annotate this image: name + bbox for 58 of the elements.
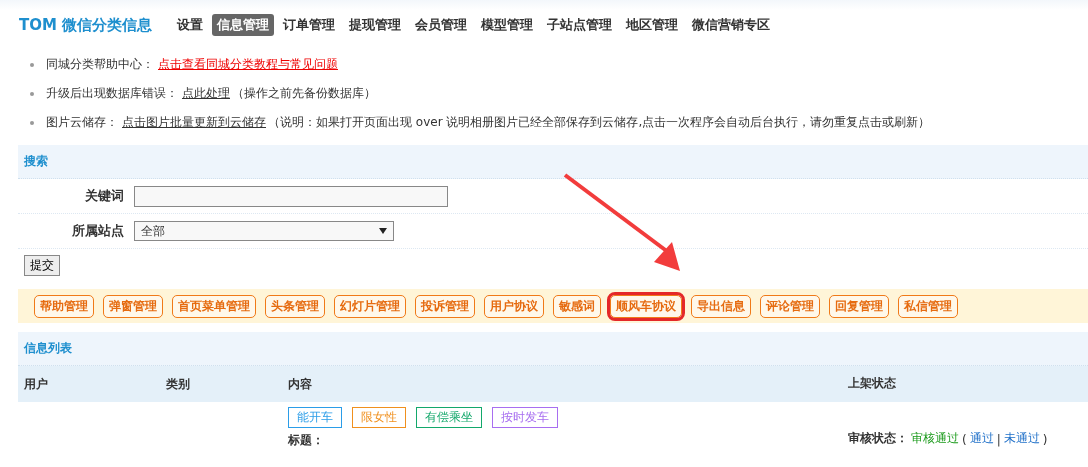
- tool-button[interactable]: 回复管理: [829, 294, 889, 318]
- tool-button[interactable]: 用户协议: [484, 294, 544, 318]
- tag: 限女性: [352, 407, 406, 428]
- nav-tab[interactable]: 模型管理: [476, 14, 539, 36]
- notice-label: 升级后出现数据库错误：: [46, 85, 178, 102]
- tool-button[interactable]: 导出信息: [691, 294, 751, 318]
- notice-link[interactable]: 点击图片批量更新到云储存: [122, 114, 266, 131]
- tag: 能开车: [288, 407, 342, 428]
- tool-button[interactable]: 敏感词: [553, 294, 601, 318]
- site-select[interactable]: 全部: [134, 221, 394, 241]
- column-header: 上架状态: [848, 374, 896, 392]
- notice-note: （操作之前先备份数据库）: [232, 85, 376, 102]
- tool-button[interactable]: 私信管理: [898, 294, 958, 318]
- bullet-icon: [30, 91, 34, 96]
- tool-button[interactable]: 头条管理: [265, 294, 325, 318]
- tag: 有偿乘坐: [416, 407, 482, 428]
- field-label: 所属站点: [71, 222, 124, 240]
- separator: |: [996, 433, 1001, 447]
- keyword-field[interactable]: [134, 185, 448, 207]
- bracket: ): [1042, 433, 1048, 447]
- status-action-link[interactable]: 通过: [969, 430, 994, 447]
- status-label: 审核状态：: [848, 430, 908, 447]
- notice-label: 同城分类帮助中心：: [46, 56, 154, 73]
- tool-button[interactable]: 投诉管理: [415, 294, 475, 318]
- column-header: 用户: [24, 375, 49, 393]
- column-header: 内容: [288, 375, 313, 393]
- bullet-icon: [30, 62, 34, 67]
- status-action-link[interactable]: 未通过: [1003, 430, 1040, 447]
- tool-button[interactable]: 顺风车协议: [610, 294, 682, 318]
- tool-button[interactable]: 幻灯片管理: [334, 294, 406, 318]
- notice-link[interactable]: 点击查看同城分类教程与常见问题: [158, 56, 338, 73]
- section-title: 搜索: [24, 153, 48, 170]
- nav-tab[interactable]: 设置: [172, 14, 209, 36]
- notice-note: （说明：如果打开页面出现 over 说明相册图片已经全部保存到云储存,点击一次程序会自动后台执行，请勿重复点击或刷新）: [268, 114, 931, 131]
- tag: 按时发车: [492, 407, 558, 428]
- field-label: 关键词: [84, 187, 124, 205]
- nav-tab[interactable]: 信息管理: [212, 14, 275, 36]
- tool-button[interactable]: 弹窗管理: [103, 294, 163, 318]
- submit-button[interactable]: 提交: [24, 255, 60, 276]
- nav-tab[interactable]: 提现管理: [344, 14, 407, 36]
- notice-label: 图片云储存：: [46, 114, 118, 131]
- tool-button[interactable]: 帮助管理: [34, 294, 94, 318]
- nav-tab[interactable]: 子站点管理: [542, 14, 618, 36]
- tool-button[interactable]: 评论管理: [760, 294, 820, 318]
- status-value: 审核通过: [911, 430, 959, 447]
- nav-tab[interactable]: 订单管理: [278, 14, 341, 36]
- title-label: 标题：: [288, 432, 325, 449]
- bracket: (: [962, 433, 967, 447]
- nav-tab[interactable]: 地区管理: [621, 14, 684, 36]
- column-header: 类别: [166, 375, 191, 393]
- bullet-icon: [30, 120, 34, 125]
- nav-tab[interactable]: 微信营销专区: [687, 14, 776, 36]
- site-title: TOM 微信分类信息: [19, 15, 153, 35]
- dropdown-caret-icon: [379, 228, 387, 234]
- tool-button[interactable]: 首页菜单管理: [172, 294, 256, 318]
- section-title: 信息列表: [24, 340, 72, 357]
- notice-link[interactable]: 点此处理: [182, 85, 230, 102]
- nav-tab[interactable]: 会员管理: [410, 14, 473, 36]
